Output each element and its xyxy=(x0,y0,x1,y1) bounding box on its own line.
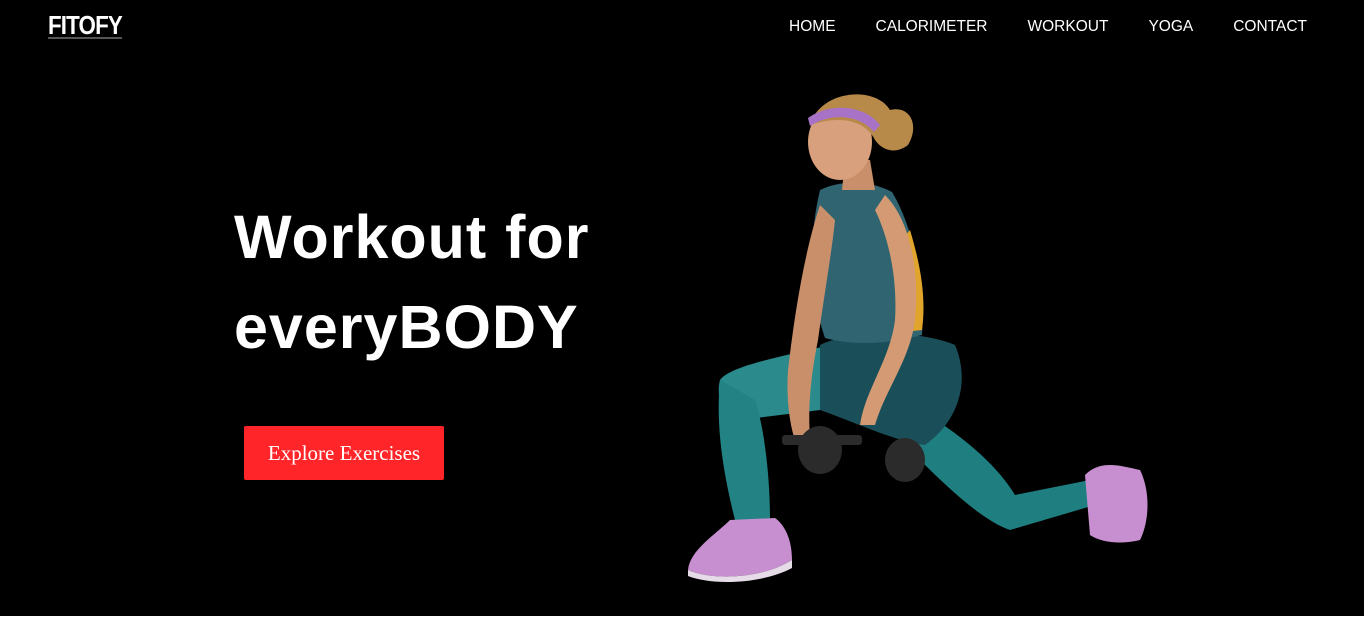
nav-contact[interactable]: CONTACT xyxy=(1233,17,1307,37)
nav-calorimeter[interactable]: CALORIMETER xyxy=(876,17,988,37)
hero-image xyxy=(688,94,1148,582)
headline-line-1: Workout for xyxy=(234,203,590,271)
nav-workout[interactable]: WORKOUT xyxy=(1028,17,1109,37)
hero-headline: Workout for everyBODY xyxy=(234,192,590,372)
hero-page: FITOFY HOME CALORIMETER WORKOUT YOGA CON… xyxy=(0,0,1364,616)
headline-line-2: everyBODY xyxy=(234,293,579,361)
brand-logo[interactable]: FITOFY xyxy=(48,10,123,40)
nav-yoga[interactable]: YOGA xyxy=(1148,17,1193,37)
explore-exercises-button[interactable]: Explore Exercises xyxy=(244,426,444,480)
main-nav: HOME CALORIMETER WORKOUT YOGA CONTACT xyxy=(789,17,1307,37)
nav-home[interactable]: HOME xyxy=(789,17,836,37)
back-shoe xyxy=(1085,465,1148,543)
